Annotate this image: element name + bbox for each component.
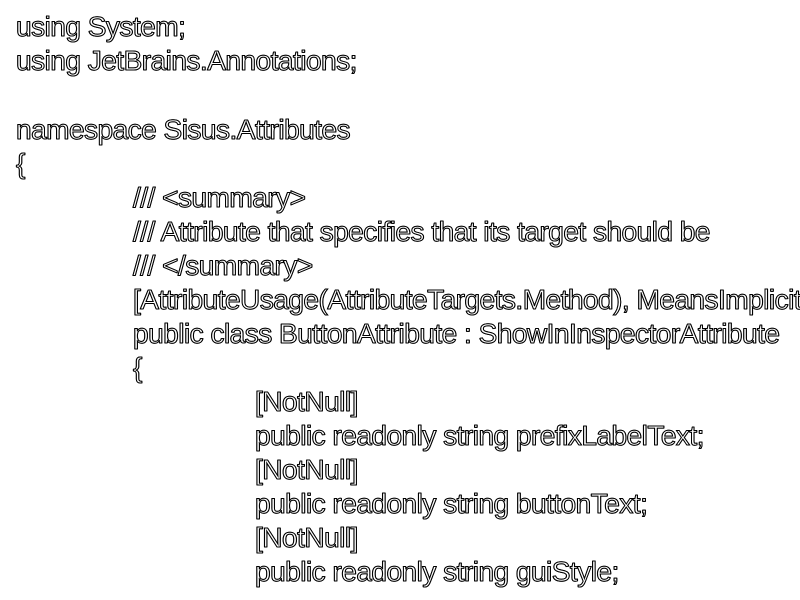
code-viewer: using System; using JetBrains.Annotation…: [0, 0, 800, 600]
code-line-7: /// Attribute that specifies that its ta…: [133, 216, 711, 248]
code-line-9: [AttributeUsage(AttributeTargets.Method)…: [133, 284, 800, 316]
code-line-5: {: [16, 148, 26, 180]
code-line-1: using System;: [15, 11, 186, 43]
code-line-17: public readonly string guiStyle;: [255, 556, 620, 588]
code-line-15: public readonly string buttonText;: [254, 488, 648, 520]
code-line-10: public class ButtonAttribute : ShowInIns…: [132, 318, 780, 350]
code-line-12: [NotNull]: [255, 386, 359, 418]
code-line-13: public readonly string prefixLabelText;: [255, 420, 705, 452]
code-line-6: /// <summary>: [132, 182, 306, 214]
code-line-4: namespace Sisus.Attributes: [15, 114, 351, 146]
code-line-11: {: [133, 352, 143, 384]
code-line-16: [NotNull]: [255, 522, 359, 554]
code-line-2: using JetBrains.Annotations;: [16, 45, 358, 77]
code-line-14: [NotNull]: [255, 454, 359, 486]
code-line-8: /// </summary>: [133, 250, 314, 282]
